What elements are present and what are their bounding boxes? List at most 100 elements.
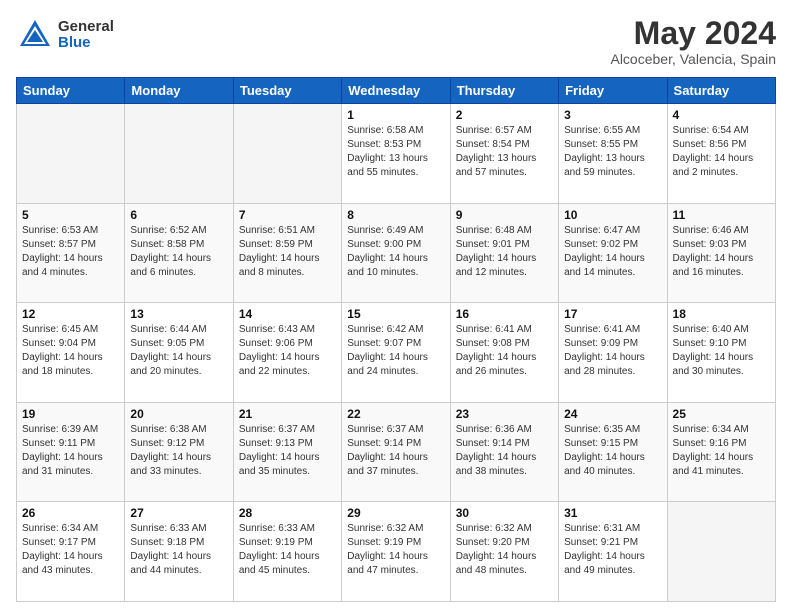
day-info: Sunrise: 6:48 AM Sunset: 9:01 PM Dayligh… <box>456 224 553 280</box>
day-number: 9 <box>456 208 553 222</box>
table-row: 11Sunrise: 6:46 AM Sunset: 9:03 PM Dayli… <box>667 203 775 303</box>
weekday-header-row: Sunday Monday Tuesday Wednesday Thursday… <box>17 78 776 104</box>
header-saturday: Saturday <box>667 78 775 104</box>
day-number: 31 <box>564 506 661 520</box>
logo: General Blue <box>16 16 114 54</box>
header-tuesday: Tuesday <box>233 78 341 104</box>
day-number: 22 <box>347 407 444 421</box>
calendar-week-row: 19Sunrise: 6:39 AM Sunset: 9:11 PM Dayli… <box>17 402 776 502</box>
day-number: 26 <box>22 506 119 520</box>
day-number: 24 <box>564 407 661 421</box>
day-number: 5 <box>22 208 119 222</box>
day-number: 1 <box>347 108 444 122</box>
day-number: 2 <box>456 108 553 122</box>
day-number: 28 <box>239 506 336 520</box>
table-row: 28 Sunrise: 6:33 AM Sunset: 9:19 PM Dayli… <box>233 502 341 602</box>
day-number: 16 <box>456 307 553 321</box>
table-row: 26Sunrise: 6:34 AM Sunset: 9:17 PM Dayli… <box>17 502 125 602</box>
table-row: 2 Sunrise: 6:57 AM Sunset: 8:54 PM Daylig… <box>450 104 558 204</box>
day-info: Sunrise: 6:35 AM Sunset: 9:15 PM Dayligh… <box>564 423 661 479</box>
day-info: Sunrise: 6:33 AM Sunset: 9:19 PM Dayligh… <box>239 522 336 578</box>
day-number: 15 <box>347 307 444 321</box>
day-number: 12 <box>22 307 119 321</box>
table-row: 5 Sunrise: 6:53 AM Sunset: 8:57 PM Daylig… <box>17 203 125 303</box>
day-info: Sunrise: 6:57 AM Sunset: 8:54 PM Dayligh… <box>456 124 553 180</box>
header-sunday: Sunday <box>17 78 125 104</box>
day-number: 8 <box>347 208 444 222</box>
day-number: 30 <box>456 506 553 520</box>
table-row <box>667 502 775 602</box>
table-row: 6Sunrise: 6:52 AM Sunset: 8:58 PM Daylig… <box>125 203 233 303</box>
day-info: Sunrise: 6:43 AM Sunset: 9:06 PM Dayligh… <box>239 323 336 379</box>
day-info: Sunrise: 6:49 AM Sunset: 9:00 PM Dayligh… <box>347 224 444 280</box>
day-number: 18 <box>673 307 770 321</box>
table-row: 30 Sunrise: 6:32 AM Sunset: 9:20 PM Dayli… <box>450 502 558 602</box>
day-number: 13 <box>130 307 227 321</box>
day-info: Sunrise: 6:53 AM Sunset: 8:57 PM Dayligh… <box>22 224 119 280</box>
calendar-week-row: 5 Sunrise: 6:53 AM Sunset: 8:57 PM Daylig… <box>17 203 776 303</box>
day-info: Sunrise: 6:54 AM Sunset: 8:56 PM Dayligh… <box>673 124 770 180</box>
table-row: 3 Sunrise: 6:55 AM Sunset: 8:55 PM Daylig… <box>559 104 667 204</box>
table-row: 7 Sunrise: 6:51 AM Sunset: 8:59 PM Daylig… <box>233 203 341 303</box>
logo-blue: Blue <box>58 35 114 52</box>
location: Alcoceber, Valencia, Spain <box>610 51 776 67</box>
day-number: 3 <box>564 108 661 122</box>
day-info: Sunrise: 6:44 AM Sunset: 9:05 PM Dayligh… <box>130 323 227 379</box>
table-row: 8 Sunrise: 6:49 AM Sunset: 9:00 PM Daylig… <box>342 203 450 303</box>
table-row: 15 Sunrise: 6:42 AM Sunset: 9:07 PM Dayli… <box>342 303 450 403</box>
day-info: Sunrise: 6:34 AM Sunset: 9:16 PM Dayligh… <box>673 423 770 479</box>
calendar-page: General Blue May 2024 Alcoceber, Valenci… <box>0 0 792 612</box>
table-row: 12 Sunrise: 6:45 AM Sunset: 9:04 PM Dayli… <box>17 303 125 403</box>
day-number: 27 <box>130 506 227 520</box>
day-info: Sunrise: 6:41 AM Sunset: 9:08 PM Dayligh… <box>456 323 553 379</box>
day-info: Sunrise: 6:52 AM Sunset: 8:58 PM Dayligh… <box>130 224 227 280</box>
table-row: 9 Sunrise: 6:48 AM Sunset: 9:01 PM Daylig… <box>450 203 558 303</box>
day-info: Sunrise: 6:40 AM Sunset: 9:10 PM Dayligh… <box>673 323 770 379</box>
table-row: 19Sunrise: 6:39 AM Sunset: 9:11 PM Dayli… <box>17 402 125 502</box>
day-info: Sunrise: 6:37 AM Sunset: 9:13 PM Dayligh… <box>239 423 336 479</box>
day-info: Sunrise: 6:58 AM Sunset: 8:53 PM Dayligh… <box>347 124 444 180</box>
header-friday: Friday <box>559 78 667 104</box>
title-area: May 2024 Alcoceber, Valencia, Spain <box>610 16 776 67</box>
day-info: Sunrise: 6:51 AM Sunset: 8:59 PM Dayligh… <box>239 224 336 280</box>
day-info: Sunrise: 6:45 AM Sunset: 9:04 PM Dayligh… <box>22 323 119 379</box>
day-number: 25 <box>673 407 770 421</box>
table-row: 23Sunrise: 6:36 AM Sunset: 9:14 PM Dayli… <box>450 402 558 502</box>
table-row: 27 Sunrise: 6:33 AM Sunset: 9:18 PM Dayli… <box>125 502 233 602</box>
day-number: 19 <box>22 407 119 421</box>
table-row: 1 Sunrise: 6:58 AM Sunset: 8:53 PM Daylig… <box>342 104 450 204</box>
day-number: 7 <box>239 208 336 222</box>
calendar-week-row: 1 Sunrise: 6:58 AM Sunset: 8:53 PM Daylig… <box>17 104 776 204</box>
table-row: 29 Sunrise: 6:32 AM Sunset: 9:19 PM Dayli… <box>342 502 450 602</box>
day-info: Sunrise: 6:32 AM Sunset: 9:19 PM Dayligh… <box>347 522 444 578</box>
logo-text: General Blue <box>58 19 114 52</box>
calendar-table: Sunday Monday Tuesday Wednesday Thursday… <box>16 77 776 602</box>
day-info: Sunrise: 6:32 AM Sunset: 9:20 PM Dayligh… <box>456 522 553 578</box>
day-number: 21 <box>239 407 336 421</box>
day-number: 4 <box>673 108 770 122</box>
day-info: Sunrise: 6:55 AM Sunset: 8:55 PM Dayligh… <box>564 124 661 180</box>
header-monday: Monday <box>125 78 233 104</box>
table-row: 13 Sunrise: 6:44 AM Sunset: 9:05 PM Dayli… <box>125 303 233 403</box>
day-info: Sunrise: 6:37 AM Sunset: 9:14 PM Dayligh… <box>347 423 444 479</box>
day-info: Sunrise: 6:33 AM Sunset: 9:18 PM Dayligh… <box>130 522 227 578</box>
day-number: 23 <box>456 407 553 421</box>
table-row: 14 Sunrise: 6:43 AM Sunset: 9:06 PM Dayli… <box>233 303 341 403</box>
header: General Blue May 2024 Alcoceber, Valenci… <box>16 16 776 67</box>
day-number: 29 <box>347 506 444 520</box>
table-row <box>17 104 125 204</box>
table-row <box>233 104 341 204</box>
day-number: 14 <box>239 307 336 321</box>
table-row: 24 Sunrise: 6:35 AM Sunset: 9:15 PM Dayli… <box>559 402 667 502</box>
logo-general: General <box>58 19 114 36</box>
day-info: Sunrise: 6:42 AM Sunset: 9:07 PM Dayligh… <box>347 323 444 379</box>
calendar-week-row: 12 Sunrise: 6:45 AM Sunset: 9:04 PM Dayli… <box>17 303 776 403</box>
day-info: Sunrise: 6:47 AM Sunset: 9:02 PM Dayligh… <box>564 224 661 280</box>
table-row: 10Sunrise: 6:47 AM Sunset: 9:02 PM Dayli… <box>559 203 667 303</box>
table-row: 16 Sunrise: 6:41 AM Sunset: 9:08 PM Dayli… <box>450 303 558 403</box>
day-info: Sunrise: 6:46 AM Sunset: 9:03 PM Dayligh… <box>673 224 770 280</box>
table-row <box>125 104 233 204</box>
table-row: 25 Sunrise: 6:34 AM Sunset: 9:16 PM Dayli… <box>667 402 775 502</box>
table-row: 18 Sunrise: 6:40 AM Sunset: 9:10 PM Dayli… <box>667 303 775 403</box>
table-row: 4 Sunrise: 6:54 AM Sunset: 8:56 PM Daylig… <box>667 104 775 204</box>
